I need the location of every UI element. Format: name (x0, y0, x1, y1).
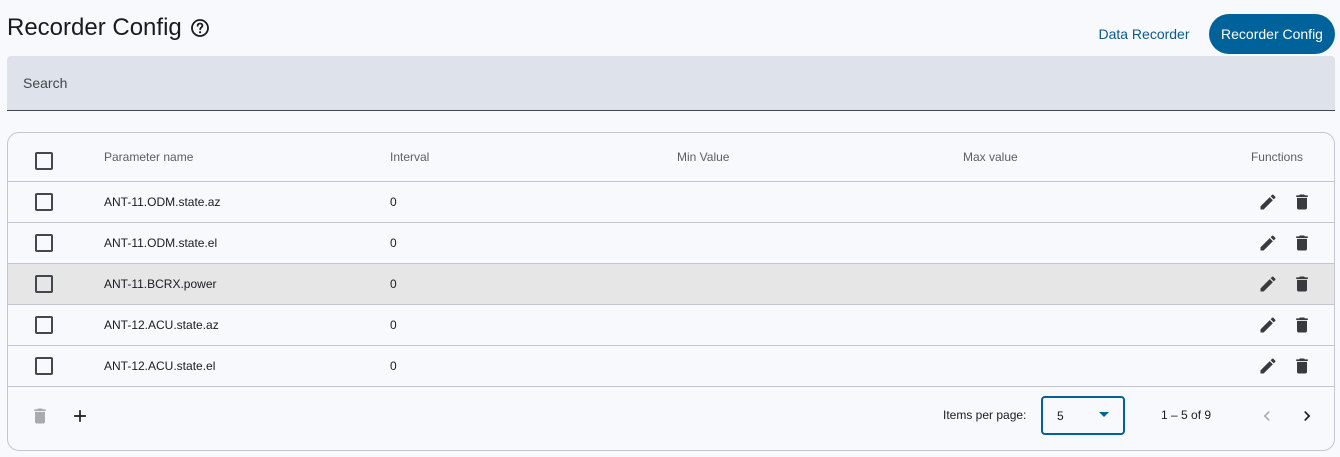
edit-icon[interactable] (1256, 354, 1280, 378)
table-footer: Items per page: 5 1 – 5 of 9 (8, 386, 1334, 450)
interval-cell: 0 (390, 236, 397, 250)
select-all-checkbox[interactable] (35, 152, 53, 170)
parameter-name-cell: ANT-12.ACU.state.az (104, 318, 219, 332)
help-circle-icon[interactable] (190, 18, 210, 38)
edit-icon[interactable] (1256, 313, 1280, 337)
table-row: ANT-11.BCRX.power 0 (8, 264, 1334, 305)
column-header-interval[interactable]: Interval (390, 133, 429, 181)
table-header-row: Parameter name Interval Min Value Max va… (8, 133, 1334, 182)
row-checkbox[interactable] (35, 275, 53, 293)
column-header-max-value[interactable]: Max value (963, 133, 1018, 181)
column-header-functions: Functions (1250, 150, 1303, 164)
edit-icon[interactable] (1256, 231, 1280, 255)
data-recorder-link[interactable]: Data Recorder (1086, 14, 1202, 54)
parameter-name-cell: ANT-11.BCRX.power (104, 277, 217, 291)
column-header-parameter-name[interactable]: Parameter name (104, 133, 193, 181)
interval-cell: 0 (390, 277, 397, 291)
bulk-delete-icon[interactable] (28, 404, 52, 428)
row-checkbox[interactable] (35, 193, 53, 211)
interval-cell: 0 (390, 318, 397, 332)
interval-cell: 0 (390, 359, 397, 373)
interval-cell: 0 (390, 195, 397, 209)
delete-icon[interactable] (1290, 190, 1314, 214)
dropdown-arrow-icon (1099, 412, 1109, 417)
row-checkbox[interactable] (35, 316, 53, 334)
page-title: Recorder Config (7, 14, 210, 42)
edit-icon[interactable] (1256, 272, 1280, 296)
search-field[interactable] (7, 56, 1335, 111)
column-header-min-value[interactable]: Min Value (677, 133, 729, 181)
previous-page-icon[interactable] (1255, 404, 1279, 428)
delete-icon[interactable] (1290, 231, 1314, 255)
page-range-label: 1 – 5 of 9 (1161, 408, 1212, 422)
items-per-page-select[interactable]: 5 (1041, 396, 1125, 435)
table-row: ANT-12.ACU.state.el 0 (8, 346, 1334, 387)
next-page-icon[interactable] (1295, 404, 1319, 428)
parameter-name-cell: ANT-11.ODM.state.el (104, 236, 218, 250)
items-per-page-value: 5 (1057, 408, 1064, 423)
parameter-name-cell: ANT-11.ODM.state.az (104, 195, 221, 209)
table-row: ANT-12.ACU.state.az 0 (8, 305, 1334, 346)
table-row: ANT-11.ODM.state.az 0 (8, 182, 1334, 223)
delete-icon[interactable] (1290, 354, 1314, 378)
row-checkbox[interactable] (35, 234, 53, 252)
table-row: ANT-11.ODM.state.el 0 (8, 223, 1334, 264)
edit-icon[interactable] (1256, 190, 1280, 214)
items-per-page-label: Items per page: (943, 408, 1027, 422)
delete-icon[interactable] (1290, 313, 1314, 337)
page-title-text: Recorder Config (7, 14, 182, 41)
parameter-table: Parameter name Interval Min Value Max va… (7, 132, 1335, 451)
parameter-name-cell: ANT-12.ACU.state.el (104, 359, 216, 373)
delete-icon[interactable] (1290, 272, 1314, 296)
recorder-config-button[interactable]: Recorder Config (1209, 14, 1335, 54)
add-icon[interactable] (68, 404, 92, 428)
search-input[interactable] (7, 56, 1335, 110)
row-checkbox[interactable] (35, 357, 53, 375)
